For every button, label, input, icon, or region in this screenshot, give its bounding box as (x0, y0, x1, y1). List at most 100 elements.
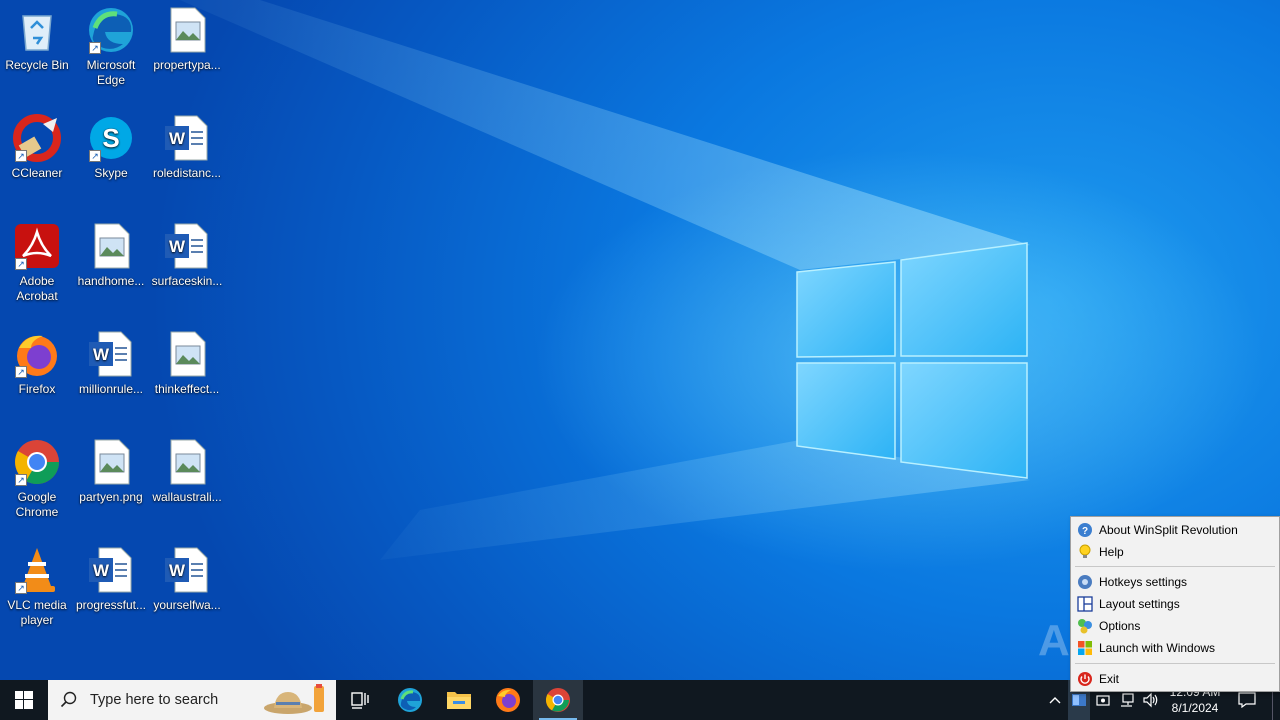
svg-text:W: W (93, 561, 110, 580)
lightbulb-icon (1077, 544, 1093, 560)
image-file-icon (87, 222, 135, 270)
menu-item-layout-settings[interactable]: Layout settings (1073, 593, 1277, 615)
desktop-icon[interactable]: handhome... (73, 222, 149, 289)
chevron-up-icon (1049, 697, 1061, 704)
menu-item-options[interactable]: Options (1073, 615, 1277, 637)
menu-item-help[interactable]: Help (1073, 541, 1277, 563)
desktop-icon[interactable]: Wsurfaceskin... (149, 222, 225, 289)
skype-icon: S ↗ (87, 114, 135, 162)
desktop-icon[interactable]: Wyourselfwa... (149, 546, 225, 613)
desktop-icon[interactable]: thinkeffect... (149, 330, 225, 397)
desktop-icon[interactable]: ↗ Firefox (0, 330, 75, 397)
volume-icon (1143, 692, 1158, 708)
image-file-icon (163, 6, 211, 54)
power-icon (1077, 671, 1093, 687)
menu-item-exit[interactable]: Exit (1073, 668, 1277, 690)
desktop-icon-label: VLC media player (7, 598, 67, 627)
desktop-icon-label: Recycle Bin (5, 58, 69, 72)
desktop-icon[interactable]: ↗ Adobe Acrobat (0, 222, 75, 304)
shortcut-arrow-icon: ↗ (15, 366, 27, 378)
desktop-icon-label: Firefox (18, 382, 56, 396)
desktop-icon[interactable]: Wmillionrule... (73, 330, 149, 397)
menu-item-label: Launch with Windows (1099, 641, 1216, 655)
desktop-icon[interactable]: propertypa... (149, 6, 225, 73)
menu-item-about[interactable]: ? About WinSplit Revolution (1073, 519, 1277, 541)
chrome-icon: ↗ (13, 438, 61, 486)
desktop-icon-label: progressfut... (75, 598, 147, 612)
options-icon (1077, 618, 1093, 634)
menu-item-label: Options (1099, 619, 1141, 633)
svg-text:S: S (102, 123, 119, 153)
vlc-icon: ↗ (13, 546, 61, 594)
desktop-icon[interactable]: ↗ Microsoft Edge (73, 6, 149, 88)
info-icon: ? (1077, 522, 1093, 538)
ccleaner-icon: ↗ (13, 114, 61, 162)
svg-text:W: W (169, 129, 186, 148)
desktop-icon-label: millionrule... (78, 382, 144, 396)
taskbar-chrome-button[interactable] (533, 680, 583, 720)
desktop-icon-label: CCleaner (11, 166, 63, 180)
image-file-icon (163, 330, 211, 378)
desktop-icon-label: Skype (94, 166, 128, 180)
desktop-icon-label: yourselfwa... (153, 598, 221, 612)
menu-item-launch-with-windows[interactable]: Launch with Windows (1073, 637, 1277, 659)
task-view-icon (351, 692, 369, 709)
search-placeholder: Type here to search (90, 692, 219, 708)
clock-date: 8/1/2024 (1171, 701, 1219, 715)
menu-item-label: Help (1099, 545, 1124, 559)
chrome-icon (545, 688, 570, 712)
notification-icon (1238, 692, 1256, 708)
search-highlight-hat-icon (264, 684, 324, 714)
svg-text:W: W (169, 561, 186, 580)
image-file-icon (87, 438, 135, 486)
menu-item-label: Layout settings (1099, 597, 1180, 611)
svg-text:W: W (93, 345, 110, 364)
search-box[interactable]: Type here to search (48, 680, 336, 720)
desktop-icon[interactable]: Wprogressfut... (73, 546, 149, 613)
winsplit-tray-icon (1072, 694, 1086, 706)
hotkeys-icon (1077, 574, 1093, 590)
taskbar-edge-button[interactable] (386, 680, 434, 720)
desktop-icon[interactable]: Wroledistanc... (149, 114, 225, 181)
svg-text:W: W (169, 237, 186, 256)
windows-flag-icon (1077, 640, 1093, 656)
layout-icon (1077, 596, 1093, 612)
desktop-icon[interactable]: ↗ CCleaner (0, 114, 75, 181)
edge-icon: ↗ (87, 6, 135, 54)
desktop-icon[interactable]: S ↗ Skype (73, 114, 149, 181)
start-button[interactable] (0, 680, 48, 720)
taskbar-file-explorer-button[interactable] (435, 680, 483, 720)
network-icon (1121, 693, 1134, 707)
desktop-icon-label: propertypa... (153, 58, 221, 72)
desktop-icon-label: thinkeffect... (154, 382, 220, 396)
menu-item-label: About WinSplit Revolution (1099, 523, 1238, 537)
file-explorer-icon (447, 692, 471, 709)
desktop-icon-label: roledistanc... (152, 166, 222, 180)
shortcut-arrow-icon: ↗ (89, 42, 101, 54)
desktop-icon-label: Microsoft Edge (86, 58, 136, 87)
shortcut-arrow-icon: ↗ (15, 474, 27, 486)
word-document-icon: W (163, 546, 211, 594)
task-view-button[interactable] (336, 680, 384, 720)
acrobat-icon: ↗ (13, 222, 61, 270)
security-tray-icon (1096, 695, 1110, 706)
desktop-icon[interactable]: ↗ VLC media player (0, 546, 75, 628)
desktop-icon-label: Google Chrome (15, 490, 59, 519)
image-file-icon (163, 438, 211, 486)
desktop-icon-label: Adobe Acrobat (16, 274, 58, 303)
firefox-icon: ↗ (13, 330, 61, 378)
shortcut-arrow-icon: ↗ (15, 582, 27, 594)
shortcut-arrow-icon: ↗ (15, 258, 27, 270)
menu-item-hotkeys-settings[interactable]: Hotkeys settings (1073, 571, 1277, 593)
desktop-icon[interactable]: partyen.png (73, 438, 149, 505)
shortcut-arrow-icon: ↗ (89, 150, 101, 162)
search-icon (60, 691, 77, 708)
taskbar-firefox-button[interactable] (484, 680, 532, 720)
desktop-icon[interactable]: wallaustrali... (149, 438, 225, 505)
desktop-icon[interactable]: Recycle Bin (0, 6, 75, 73)
desktop-icon[interactable]: ↗ Google Chrome (0, 438, 75, 520)
word-document-icon: W (163, 114, 211, 162)
shortcut-arrow-icon: ↗ (15, 150, 27, 162)
show-hidden-icons-button[interactable] (1044, 680, 1066, 720)
windows-start-icon (15, 691, 33, 709)
